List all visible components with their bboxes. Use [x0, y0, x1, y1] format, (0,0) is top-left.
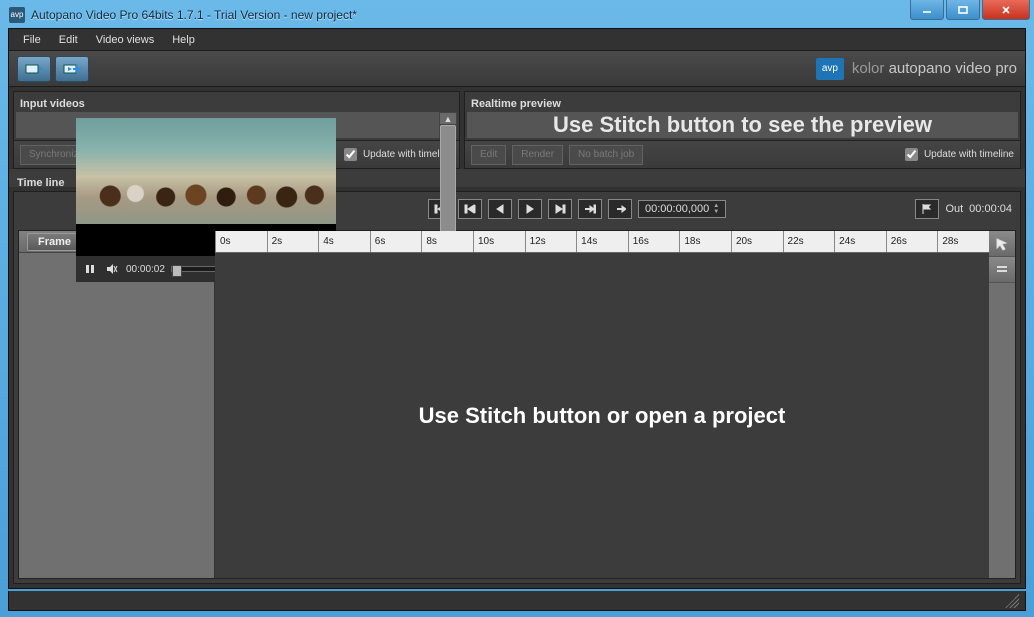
wizard-icon [25, 62, 43, 76]
window-close-button[interactable] [982, 0, 1030, 20]
app-content: File Edit Video views Help avp kolor aut… [8, 28, 1026, 589]
tick: 24s [834, 231, 886, 252]
out-label: Out [945, 203, 963, 215]
brand-text: kolor autopano video pro [852, 60, 1017, 77]
goto-in-button[interactable] [578, 199, 602, 219]
tick: 14s [576, 231, 628, 252]
brand-badge: avp [816, 58, 844, 80]
toolbar: avp kolor autopano video pro [9, 51, 1025, 87]
timeline-ruler[interactable]: 0s 2s 4s 6s 8s 10s 12s 14s 16s 18s 20s 2… [215, 231, 989, 253]
statusbar [8, 591, 1026, 611]
tick: 6s [370, 231, 422, 252]
goto-out-button[interactable] [608, 199, 632, 219]
add-video-icon [63, 62, 81, 76]
batch-button[interactable]: No batch job [569, 145, 643, 165]
out-time: 00:00:04 [969, 203, 1012, 215]
video-time-current: 00:00:02 [126, 264, 165, 275]
toolbar-btn-2[interactable] [55, 56, 89, 82]
edit-button[interactable]: Edit [471, 145, 506, 165]
panel-input-title: Input videos [20, 98, 85, 110]
step-forward-button[interactable] [548, 199, 572, 219]
tick: 10s [473, 231, 525, 252]
razor-tool[interactable] [989, 257, 1015, 283]
panel-input-videos: Input videos 00:00:02 00: [13, 91, 460, 169]
set-out-flag-button[interactable] [915, 199, 939, 219]
tick: 12s [525, 231, 577, 252]
spinner-icon[interactable]: ▲▼ [713, 203, 719, 215]
tick: 20s [731, 231, 783, 252]
tick: 8s [421, 231, 473, 252]
scroll-up-icon[interactable]: ▲ [439, 112, 457, 125]
toolbar-btn-1[interactable] [17, 56, 51, 82]
window-minimize-button[interactable] [910, 0, 944, 20]
frame-button[interactable]: Frame [27, 233, 82, 251]
window-frame: avp Autopano Video Pro 64bits 1.7.1 - Tr… [0, 0, 1034, 617]
window-title: Autopano Video Pro 64bits 1.7.1 - Trial … [31, 8, 357, 22]
timeline-title: Time line [17, 177, 64, 189]
resize-grip-icon[interactable] [1005, 594, 1019, 608]
timeline-message: Use Stitch button or open a project [419, 403, 786, 429]
input-scrollbar[interactable]: ▲ ▼ [439, 112, 457, 138]
tick: 2s [267, 231, 319, 252]
tick: 22s [783, 231, 835, 252]
tick: 18s [679, 231, 731, 252]
window-maximize-button[interactable] [946, 0, 980, 20]
brand: avp kolor autopano video pro [816, 58, 1017, 80]
pause-button[interactable] [82, 261, 98, 277]
pointer-tool[interactable] [989, 231, 1015, 257]
mute-button[interactable] [104, 261, 120, 277]
timeline-tool-column [989, 231, 1015, 578]
tick: 0s [215, 231, 267, 252]
play-button[interactable] [518, 199, 542, 219]
app-icon: avp [9, 7, 25, 23]
tick: 26s [886, 231, 938, 252]
timeline-track-header: Frame [19, 231, 215, 578]
timecode-field[interactable]: 00:00:00,000 ▲▼ [638, 200, 726, 218]
tick: 16s [628, 231, 680, 252]
step-back-button[interactable] [458, 199, 482, 219]
video-preview-image [76, 118, 336, 224]
titlebar[interactable]: avp Autopano Video Pro 64bits 1.7.1 - Tr… [1, 1, 1033, 29]
render-button[interactable]: Render [512, 145, 563, 165]
panel-preview-title: Realtime preview [471, 98, 561, 110]
play-back-button[interactable] [488, 199, 512, 219]
preview-update-timeline-checkbox[interactable]: Update with timeline [905, 148, 1014, 161]
menu-edit[interactable]: Edit [51, 31, 86, 49]
tick: 4s [318, 231, 370, 252]
preview-message: Use Stitch button to see the preview [553, 112, 932, 138]
menu-help[interactable]: Help [164, 31, 203, 49]
menubar: File Edit Video views Help [9, 29, 1025, 51]
panel-realtime-preview: Realtime preview Use Stitch button to se… [464, 91, 1021, 169]
tick: 28s [937, 231, 989, 252]
menu-file[interactable]: File [15, 31, 49, 49]
input-update-timeline-checkbox[interactable]: Update with timeline [344, 148, 453, 161]
menu-video-views[interactable]: Video views [88, 31, 163, 49]
